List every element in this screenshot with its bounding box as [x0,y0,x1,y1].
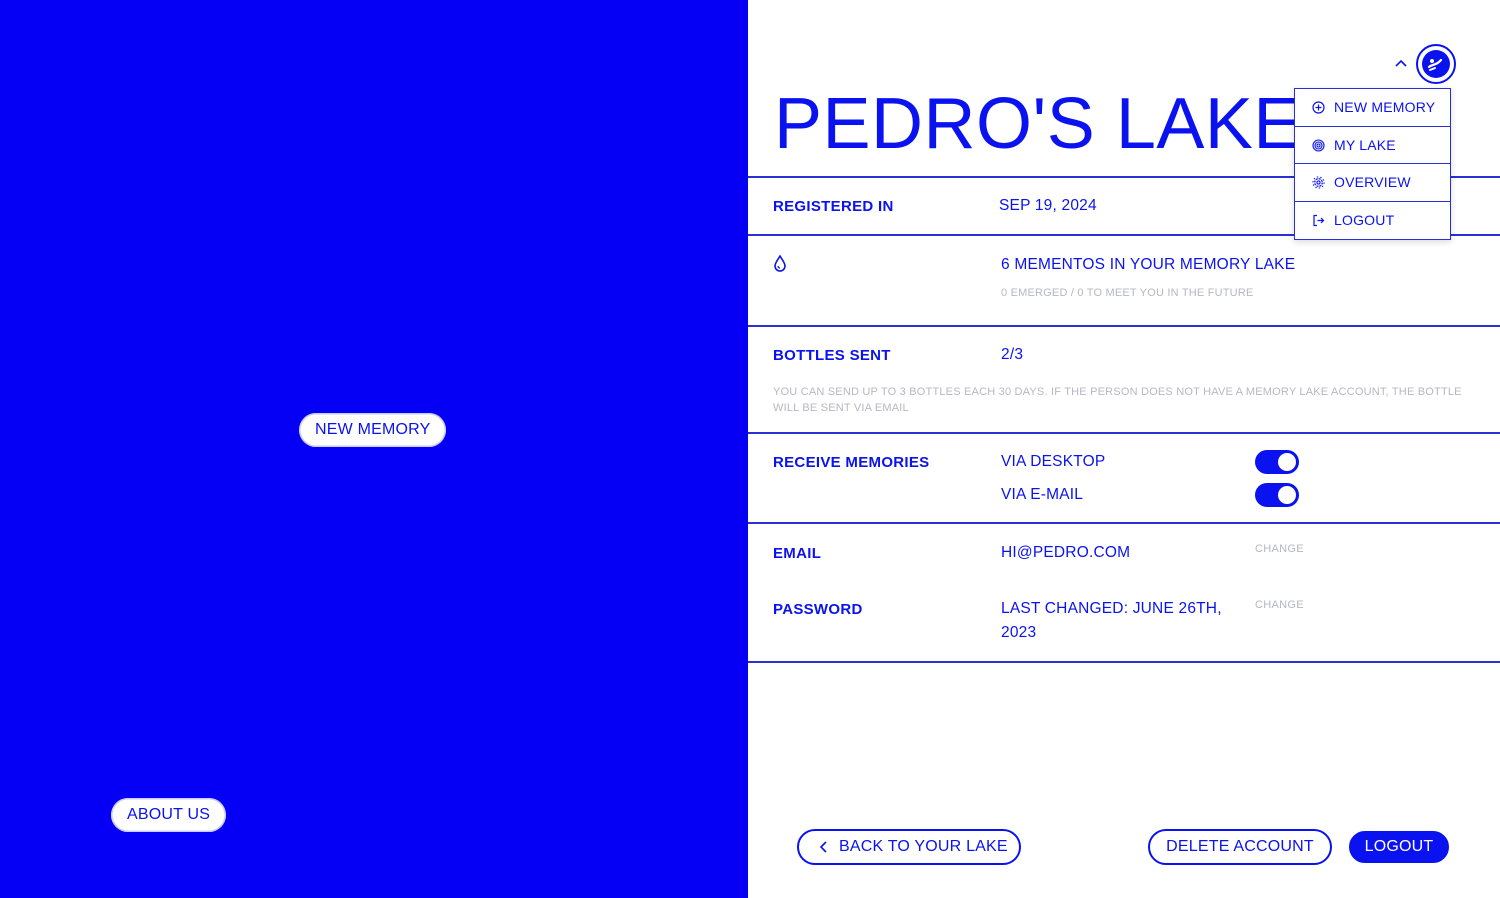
account-panel: PEDRO'S LAKE REGISTERED IN SEP 19, 2024 … [748,0,1500,898]
swimmer-icon [1422,50,1450,78]
email-value: HI@PEDRO.COM [1001,544,1131,561]
receive-memories-label: RECEIVE MEMORIES [773,454,930,471]
bottles-label: BOTTLES SENT [773,347,891,364]
mementos-note: 0 EMERGED / 0 TO MEET YOU IN THE FUTURE [1001,287,1254,299]
bottles-note: YOU CAN SEND UP TO 3 BOTTLES EACH 30 DAY… [773,386,1462,414]
spiral-icon [1312,138,1325,152]
divider [748,522,1500,524]
new-memory-button[interactable]: NEW MEMORY [299,413,447,447]
mementos-count: 6 MEMENTOS IN YOUR MEMORY LAKE [1001,256,1296,273]
left-panel: NEW MEMORY ABOUT US [0,0,748,898]
via-desktop-toggle[interactable] [1255,450,1299,474]
change-password-link[interactable]: CHANGE [1255,599,1304,611]
chevron-left-icon [819,841,827,853]
drop-icon [774,254,786,272]
divider [748,661,1500,663]
menu-item-new-memory[interactable]: NEW MEMORY [1295,89,1450,127]
password-label: PASSWORD [773,601,863,618]
avatar[interactable] [1416,44,1456,84]
menu-item-label: MY LAKE [1334,136,1396,153]
divider [748,325,1500,327]
email-label: EMAIL [773,545,822,562]
via-email-label: VIA E-MAIL [1001,486,1084,503]
via-desktop-label: VIA DESKTOP [1001,453,1106,470]
via-email-toggle[interactable] [1255,483,1299,507]
chevron-up-icon[interactable] [1394,57,1408,69]
back-to-lake-button[interactable]: BACK TO YOUR LAKE [797,829,1021,865]
page-title: PEDRO'S LAKE [774,84,1302,164]
delete-account-button[interactable]: DELETE ACCOUNT [1148,829,1332,865]
logout-icon [1313,214,1325,226]
menu-item-label: LOGOUT [1334,211,1395,228]
plus-circle-icon [1312,101,1325,114]
menu-item-overview[interactable]: OVERVIEW [1295,164,1450,202]
bottles-value: 2/3 [1001,346,1024,363]
registered-value: SEP 19, 2024 [999,197,1097,214]
gear-icon [1312,176,1325,189]
divider [748,432,1500,434]
registered-label: REGISTERED IN [773,198,894,215]
menu-item-my-lake[interactable]: MY LAKE [1295,127,1450,164]
change-email-link[interactable]: CHANGE [1255,543,1304,555]
user-dropdown-menu: NEW MEMORY MY LAKE OVERVIEW LOGOUT [1294,88,1451,240]
password-value-line2: 2023 [1001,624,1037,641]
menu-item-label: NEW MEMORY [1334,99,1436,115]
menu-item-label: OVERVIEW [1334,174,1411,190]
back-to-lake-label: BACK TO YOUR LAKE [839,838,1008,855]
logout-button[interactable]: LOGOUT [1349,831,1449,863]
about-us-button[interactable]: ABOUT US [111,798,227,832]
menu-item-logout[interactable]: LOGOUT [1295,202,1450,240]
password-value-line1: LAST CHANGED: JUNE 26TH, [1001,600,1222,617]
